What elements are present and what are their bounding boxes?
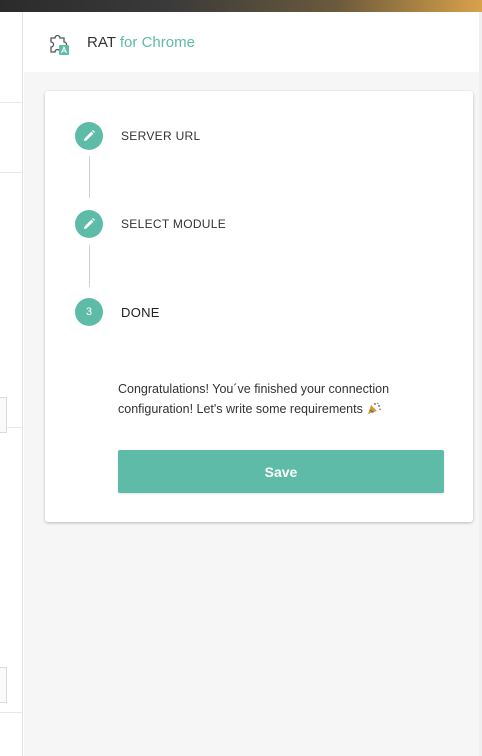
step-number-badge: 3	[75, 298, 103, 326]
pencil-icon	[75, 210, 103, 238]
step-connector	[89, 156, 90, 198]
pencil-icon	[75, 122, 103, 150]
save-button[interactable]: Save	[118, 450, 444, 493]
puzzle-logo-icon	[46, 30, 72, 56]
step-label: DONE	[121, 304, 160, 320]
screen: RAT for Chrome SERVER URL SELECT MODULE …	[0, 0, 482, 756]
step-label: SERVER URL	[121, 129, 201, 143]
step-label: SELECT MODULE	[121, 217, 227, 231]
app-name: RAT	[87, 34, 116, 51]
step-server-url[interactable]: SERVER URL	[75, 122, 200, 150]
completion-text: Congratulations! You´ve finished your co…	[118, 382, 390, 416]
configuration-card: SERVER URL SELECT MODULE 3 DONE Congratu…	[45, 91, 473, 522]
step-done[interactable]: 3 DONE	[75, 298, 160, 326]
extension-popup: RAT for Chrome SERVER URL SELECT MODULE …	[24, 14, 479, 756]
app-title: RAT for Chrome	[87, 34, 195, 51]
completion-message: Congratulations! You´ve finished your co…	[118, 379, 458, 419]
background-page-header	[0, 0, 482, 12]
app-subtitle: for Chrome	[119, 34, 195, 51]
step-select-module[interactable]: SELECT MODULE	[75, 210, 226, 238]
step-connector	[89, 245, 90, 287]
popup-header: RAT for Chrome	[24, 14, 479, 72]
background-page-sliver	[0, 12, 23, 756]
party-popper-icon	[366, 399, 382, 419]
